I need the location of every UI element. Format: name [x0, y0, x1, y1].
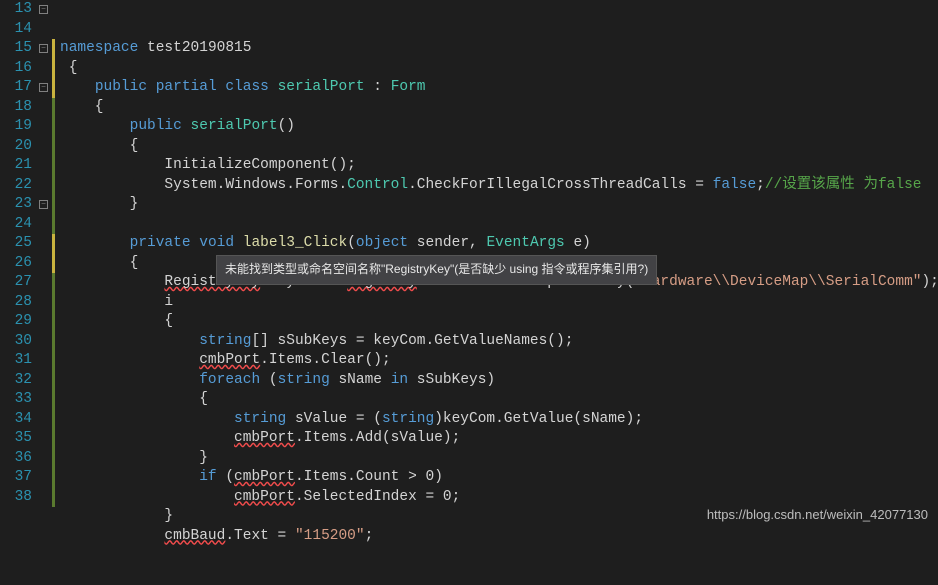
line-number: 37: [0, 468, 32, 488]
fold-toggle[interactable]: −: [39, 44, 48, 53]
code-line[interactable]: foreach (string sName in sSubKeys): [60, 371, 938, 391]
change-marker: [52, 39, 55, 98]
code-line[interactable]: string[] sSubKeys = keyCom.GetValueNames…: [60, 332, 938, 352]
fold-toggle[interactable]: −: [39, 200, 48, 209]
fold-toggle[interactable]: −: [39, 5, 48, 14]
code-line[interactable]: cmbPort.Items.Clear();: [60, 351, 938, 371]
error-tooltip: 未能找到类型或命名空间名称"RegistryKey"(是否缺少 using 指令…: [216, 255, 657, 285]
change-marker: [52, 98, 55, 235]
line-number: 13: [0, 0, 32, 20]
code-line[interactable]: cmbPort.Items.Add(sValue);: [60, 429, 938, 449]
code-line[interactable]: cmbBaud.Text = "115200";: [60, 527, 938, 547]
line-number: 26: [0, 254, 32, 274]
line-number: 18: [0, 98, 32, 118]
line-number: 19: [0, 117, 32, 137]
line-number: 31: [0, 351, 32, 371]
fold-toggle[interactable]: −: [39, 83, 48, 92]
line-number: 20: [0, 137, 32, 157]
code-line[interactable]: {: [60, 98, 938, 118]
code-line[interactable]: {: [60, 137, 938, 157]
code-line[interactable]: System.Windows.Forms.Control.CheckForIll…: [60, 176, 938, 196]
code-line[interactable]: [60, 215, 938, 235]
code-line[interactable]: {: [60, 312, 938, 332]
line-number: 33: [0, 390, 32, 410]
line-number: 38: [0, 488, 32, 508]
code-line[interactable]: if (cmbPort.Items.Count > 0): [60, 468, 938, 488]
line-number: 27: [0, 273, 32, 293]
code-editor[interactable]: 1314151617181920212223242526272829303132…: [0, 0, 938, 530]
line-number: 32: [0, 371, 32, 391]
line-number: 35: [0, 429, 32, 449]
line-number: 28: [0, 293, 32, 313]
code-line[interactable]: namespace test20190815: [60, 39, 938, 59]
line-number: 25: [0, 234, 32, 254]
line-number: 15: [0, 39, 32, 59]
code-line[interactable]: public partial class serialPort : Form: [60, 78, 938, 98]
code-line[interactable]: private void label3_Click(object sender,…: [60, 234, 938, 254]
code-line[interactable]: }: [60, 449, 938, 469]
code-line[interactable]: }: [60, 195, 938, 215]
line-number: 22: [0, 176, 32, 196]
line-number: 30: [0, 332, 32, 352]
change-marker: [52, 273, 55, 507]
code-line[interactable]: public serialPort(): [60, 117, 938, 137]
line-number: 23: [0, 195, 32, 215]
code-area[interactable]: namespace test20190815 { public partial …: [56, 0, 938, 530]
line-number: 17: [0, 78, 32, 98]
code-line[interactable]: InitializeComponent();: [60, 156, 938, 176]
fold-gutter[interactable]: − − − −: [38, 0, 52, 530]
code-line[interactable]: {: [60, 390, 938, 410]
code-line[interactable]: {: [60, 59, 938, 79]
line-number: 29: [0, 312, 32, 332]
code-line[interactable]: string sValue = (string)keyCom.GetValue(…: [60, 410, 938, 430]
tooltip-text: 未能找到类型或命名空间名称"RegistryKey"(是否缺少 using 指令…: [225, 262, 648, 276]
watermark: https://blog.csdn.net/weixin_42077130: [707, 505, 928, 525]
line-number: 16: [0, 59, 32, 79]
line-number: 34: [0, 410, 32, 430]
line-number: 14: [0, 20, 32, 40]
line-number-gutter: 1314151617181920212223242526272829303132…: [0, 0, 38, 530]
line-number: 21: [0, 156, 32, 176]
change-marker: [52, 234, 55, 273]
code-line[interactable]: i: [60, 293, 938, 313]
line-number: 36: [0, 449, 32, 469]
line-number: 24: [0, 215, 32, 235]
